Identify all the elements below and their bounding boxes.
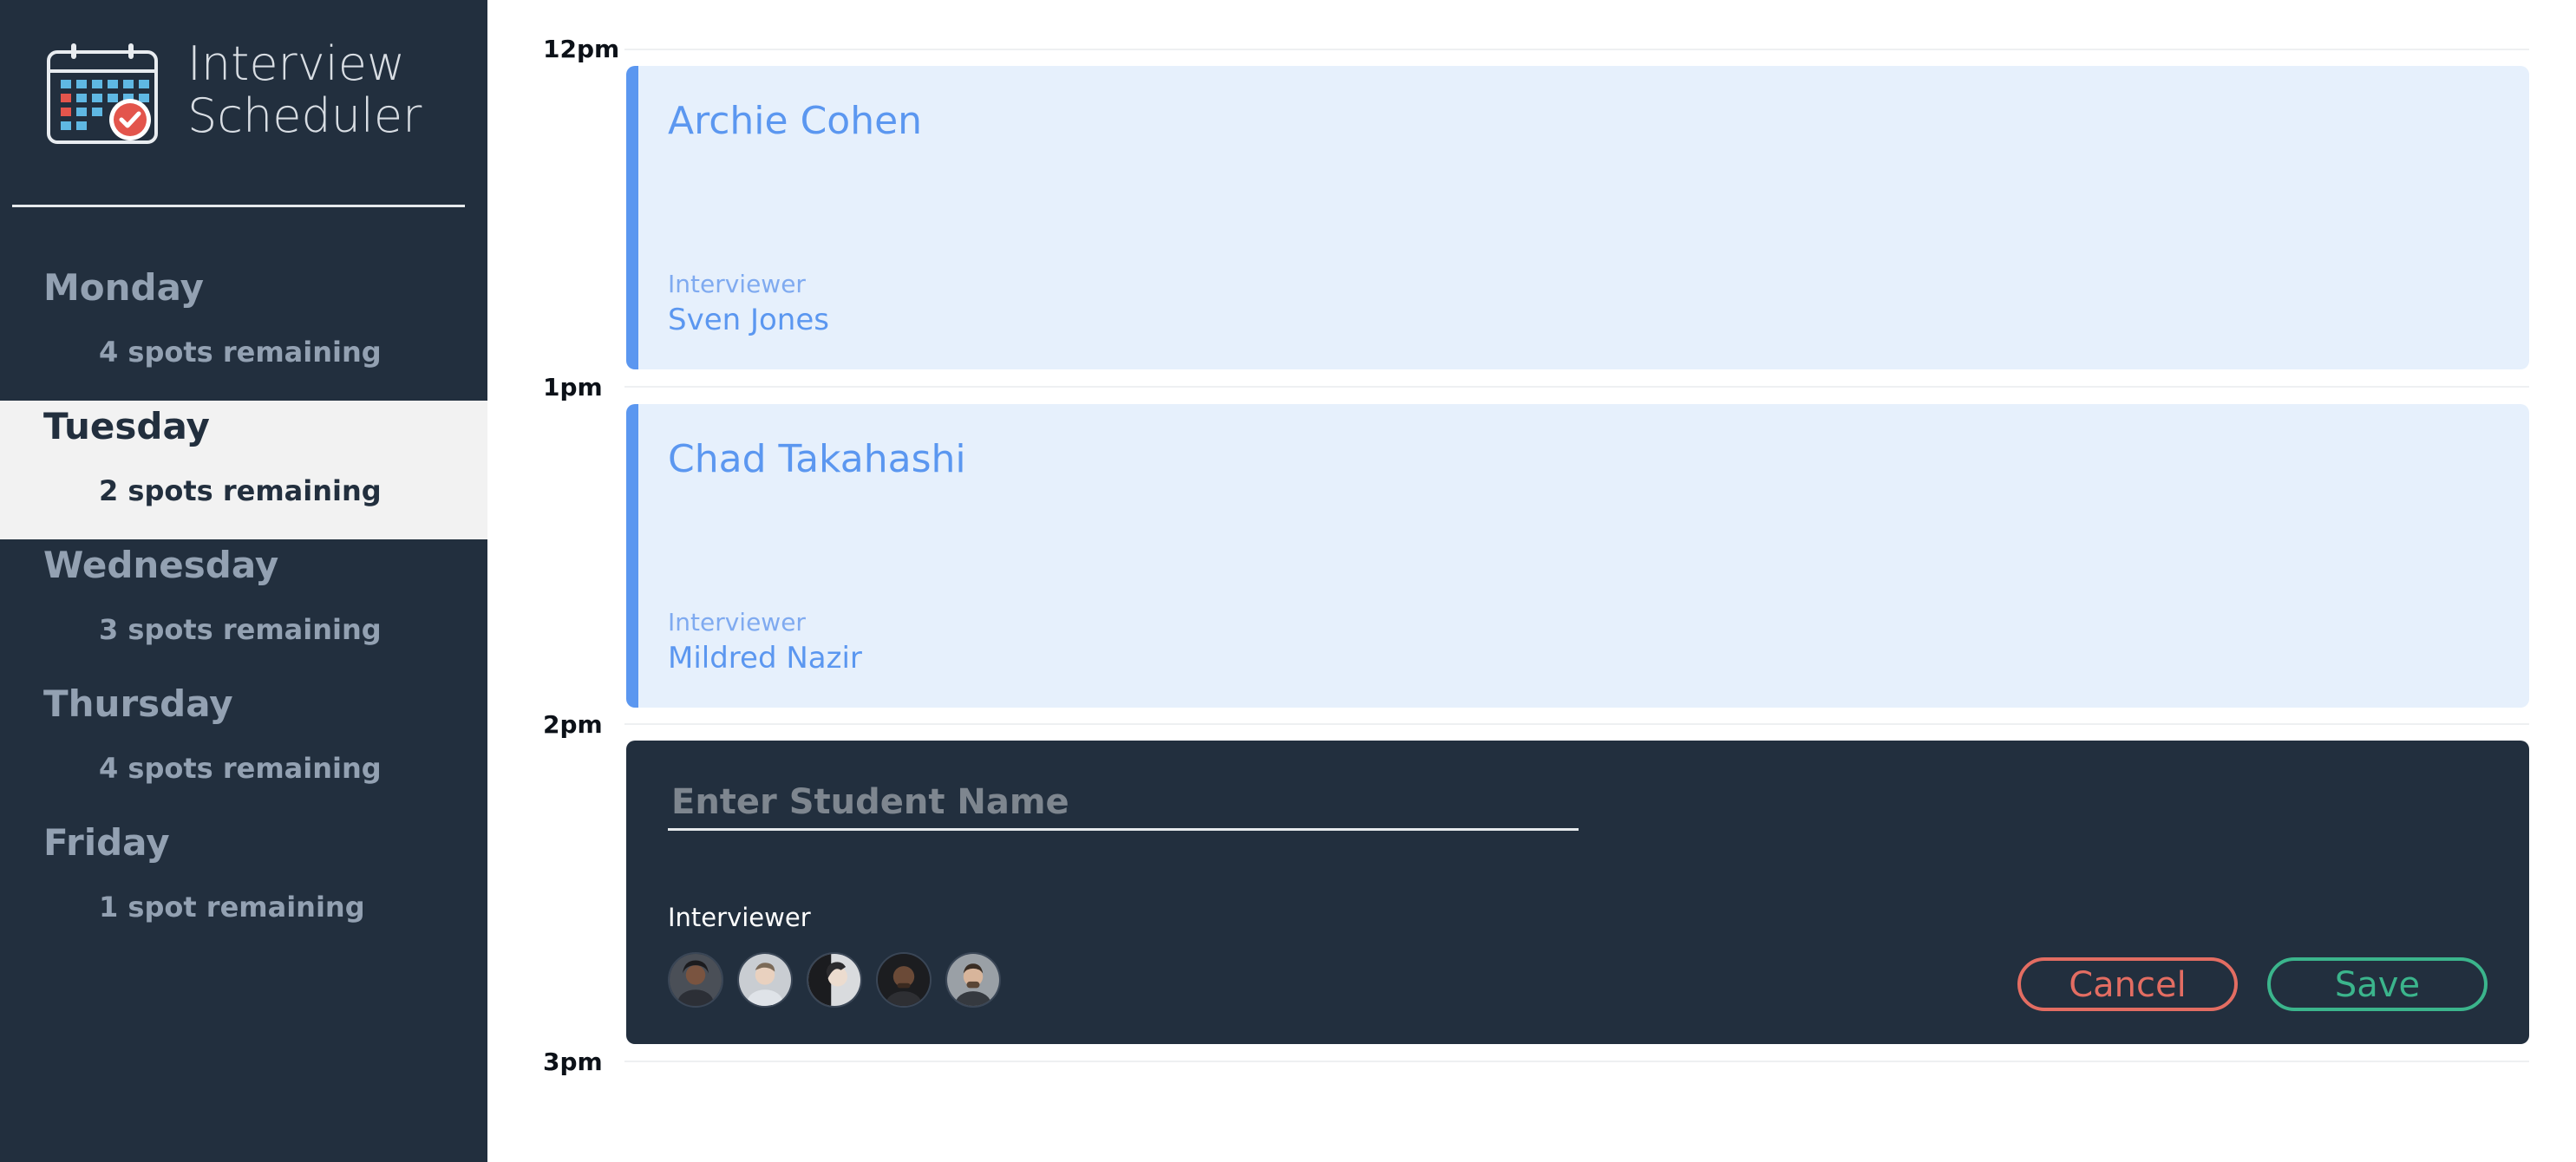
- time-label-3pm: 3pm: [543, 1048, 603, 1076]
- time-divider: [624, 386, 2529, 388]
- appointment-student-name: Archie Cohen: [668, 99, 923, 143]
- booking-form: Interviewer Cancel Save: [626, 741, 2529, 1044]
- appointment-card[interactable]: Chad Takahashi Interviewer Mildred Nazir: [626, 404, 2529, 708]
- day-spots: 2 spots remaining: [99, 474, 382, 507]
- day-spots: 3 spots remaining: [99, 613, 382, 646]
- day-name: Friday: [43, 821, 170, 864]
- interviewer-avatar[interactable]: [945, 952, 1001, 1008]
- sidebar-divider: [12, 205, 465, 207]
- appointment-interviewer-label: Interviewer: [668, 608, 806, 636]
- cancel-button[interactable]: Cancel: [2017, 957, 2238, 1011]
- appointment-interviewer-name: Sven Jones: [668, 303, 829, 337]
- appointment-student-name: Chad Takahashi: [668, 437, 966, 481]
- time-label-12pm: 12pm: [543, 35, 620, 63]
- day-item-thursday[interactable]: Thursday 4 spots remaining: [0, 678, 487, 817]
- interviewer-avatar[interactable]: [668, 952, 723, 1008]
- interviewer-avatar[interactable]: [876, 952, 932, 1008]
- appointment-interviewer-name: Mildred Nazir: [668, 641, 862, 676]
- student-name-input[interactable]: [668, 775, 1579, 831]
- day-item-monday[interactable]: Monday 4 spots remaining: [0, 262, 487, 401]
- appointment-interviewer-label: Interviewer: [668, 270, 806, 298]
- day-item-wednesday[interactable]: Wednesday 3 spots remaining: [0, 539, 487, 678]
- sidebar: Interview Scheduler Monday 4 spots remai…: [0, 0, 487, 1162]
- time-label-1pm: 1pm: [543, 373, 603, 401]
- day-spots: 1 spot remaining: [99, 891, 365, 924]
- time-divider: [624, 723, 2529, 725]
- app-brand: Interview Scheduler: [187, 38, 422, 142]
- day-item-friday[interactable]: Friday 1 spot remaining: [0, 817, 487, 956]
- day-name: Tuesday: [43, 405, 210, 447]
- appointment-card[interactable]: Archie Cohen Interviewer Sven Jones: [626, 66, 2529, 369]
- day-name: Wednesday: [43, 544, 279, 586]
- interviewer-avatar[interactable]: [807, 952, 862, 1008]
- day-name: Monday: [43, 266, 205, 309]
- day-item-tuesday[interactable]: Tuesday 2 spots remaining: [0, 401, 487, 539]
- interviewer-avatar[interactable]: [737, 952, 793, 1008]
- interviewer-list-label: Interviewer: [668, 903, 811, 932]
- brand-line-interview: Interview: [187, 36, 406, 91]
- day-spots: 4 spots remaining: [99, 336, 382, 369]
- calendar-check-icon: [47, 43, 158, 144]
- day-spots: 4 spots remaining: [99, 752, 382, 785]
- day-name: Thursday: [43, 682, 233, 725]
- brand-line-scheduler: Scheduler: [187, 88, 422, 143]
- time-divider: [624, 49, 2529, 50]
- time-divider: [624, 1061, 2529, 1062]
- save-button[interactable]: Save: [2267, 957, 2488, 1011]
- time-label-2pm: 2pm: [543, 710, 603, 739]
